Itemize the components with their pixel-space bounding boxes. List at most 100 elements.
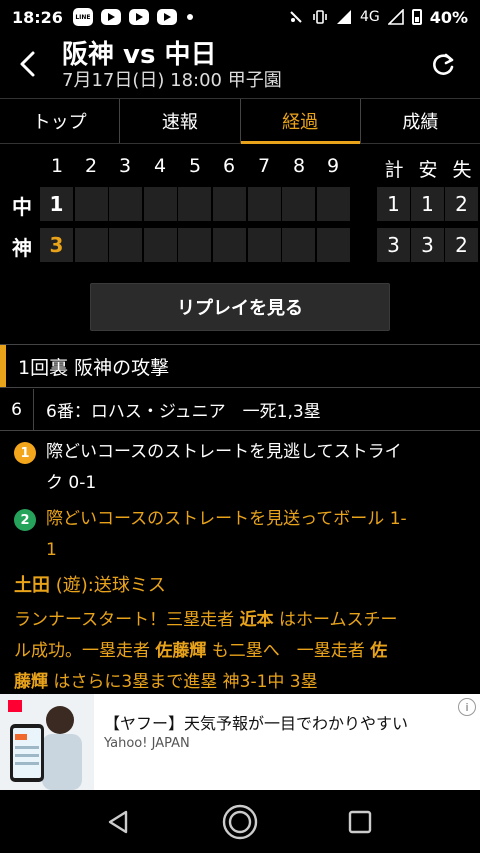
inning-header: 4 — [153, 155, 167, 177]
ad-illustration — [0, 694, 94, 790]
pitch-item: 1 際どいコースのストレートを見逃してストライ ク 0-1 — [14, 437, 470, 499]
inning-score — [109, 187, 142, 221]
inning-score — [317, 187, 350, 221]
tab-progress[interactable]: 経過 — [239, 99, 361, 144]
errors-total: 2 — [445, 228, 478, 262]
app-header: 阪神 vs 中日 7月17日(日) 18:00 甲子園 — [0, 34, 480, 96]
errors-total-header: 失 — [452, 159, 472, 181]
narration-text: ル成功。一塁走者 — [14, 641, 156, 661]
inning-score — [109, 228, 142, 262]
inning-score — [75, 228, 108, 262]
inning-score — [282, 228, 315, 262]
pitch-line: ク 0-1 — [46, 473, 97, 493]
ad-source: Yahoo! JAPAN — [104, 736, 190, 751]
pitch-line: 際どいコースのストレートを見送ってボール 1- — [46, 509, 407, 529]
team-away: 中 — [12, 195, 32, 219]
inning-score — [178, 187, 211, 221]
inning-score — [317, 228, 350, 262]
inning-header: 1 — [50, 155, 64, 177]
nfc-icon — [290, 11, 302, 23]
inning-score — [213, 187, 246, 221]
section-title-text: 1回裏 阪神の攻撃 — [18, 356, 170, 379]
battery-icon — [411, 9, 422, 25]
pitch-number-badge: 2 — [14, 509, 36, 531]
narration-text: ランナースタート！三塁走者 — [14, 610, 240, 630]
youtube-icon — [100, 9, 121, 25]
narration-text: はさらに3塁まで進塁 神3-1中 3塁 — [48, 672, 318, 692]
player-name: 近本 — [239, 610, 274, 630]
pitch-description: 際どいコースのストレートを見逃してストライ ク 0-1 — [46, 437, 402, 499]
network-type: 4G — [359, 9, 380, 25]
pitch-line: 1 — [46, 540, 57, 560]
nav-recents-icon[interactable] — [340, 802, 380, 842]
inning-header: 6 — [222, 155, 236, 177]
player-name: 佐藤輝 — [155, 641, 207, 661]
status-bar: 18:26 LINE 4G 40% — [0, 0, 480, 34]
inning-header: 2 — [84, 155, 98, 177]
tab-top[interactable]: トップ — [0, 99, 119, 143]
inning-score — [282, 187, 315, 221]
pitch-number-badge: 1 — [14, 442, 36, 464]
inning-header: 7 — [257, 155, 271, 177]
hits-total: 1 — [411, 187, 444, 221]
pitch-description: 際どいコースのストレートを見送ってボール 1- 1 — [46, 504, 407, 566]
event-description: (遊):送球ミス — [50, 575, 166, 596]
vibrate-icon — [313, 10, 327, 24]
hits-total: 3 — [411, 228, 444, 262]
batter-info: 6番：ロハス・ジュニア 一死1,3塁 — [46, 402, 321, 422]
nav-home-icon[interactable] — [220, 802, 260, 842]
tab-stats[interactable]: 成績 — [359, 99, 480, 143]
player-name: 藤輝 — [14, 672, 48, 692]
tab-bar: トップ 速報 経過 成績 — [0, 98, 480, 144]
narration-line: ランナースタート！三塁走者 近本 はホームスチー — [14, 605, 472, 636]
inning-section-title: 1回裏 阪神の攻撃 — [0, 344, 480, 388]
signal-strength-icon — [387, 9, 404, 25]
pitch-item: 2 際どいコースのストレートを見送ってボール 1- 1 — [14, 504, 470, 566]
play-narration: ランナースタート！三塁走者 近本 はホームスチー ル成功。一塁走者 佐藤輝 も二… — [14, 605, 472, 698]
replay-button[interactable]: リプレイを見る — [90, 283, 390, 331]
inning-score — [248, 228, 281, 262]
pitch-line: 際どいコースのストレートを見逃してストライ — [46, 442, 402, 462]
youtube-icon — [128, 9, 149, 25]
ad-banner[interactable]: 【ヤフー】天気予報が一目でわかりやすい Yahoo! JAPAN i — [0, 694, 480, 790]
narration-line: ル成功。一塁走者 佐藤輝 も二塁へ 一塁走者 佐 — [14, 636, 472, 667]
ad-image — [0, 694, 94, 790]
inning-header: 3 — [118, 155, 132, 177]
narration-text: も二塁へ 一塁走者 — [206, 641, 371, 661]
inning-score — [213, 228, 246, 262]
youtube-icon — [156, 9, 177, 25]
inning-header: 9 — [326, 155, 340, 177]
errors-total: 2 — [445, 187, 478, 221]
status-time: 18:26 — [12, 7, 63, 27]
inning-header: 8 — [292, 155, 306, 177]
inning-score — [178, 228, 211, 262]
runs-total-header: 計 — [384, 159, 404, 181]
inning-score — [144, 228, 177, 262]
ad-info-icon[interactable]: i — [458, 698, 476, 716]
ad-title: 【ヤフー】天気予報が一目でわかりやすい — [104, 714, 409, 733]
battery-percent: 40% — [429, 7, 468, 27]
inning-score — [248, 187, 281, 221]
nav-back-icon[interactable] — [98, 802, 138, 842]
inning-header: 5 — [188, 155, 202, 177]
event-player: 土田 — [14, 575, 50, 596]
system-nav-bar — [0, 790, 480, 853]
batting-order: 6 — [0, 389, 34, 430]
inning-score — [75, 187, 108, 221]
inning-score — [144, 187, 177, 221]
refresh-icon[interactable] — [428, 50, 458, 80]
signal-icon — [336, 10, 351, 24]
inning-score: 1 — [40, 187, 73, 221]
hits-total-header: 安 — [418, 159, 438, 181]
runs-total: 1 — [377, 187, 410, 221]
tab-live[interactable]: 速報 — [119, 99, 239, 143]
narration-text: はホームスチー — [273, 610, 398, 630]
player-name: 佐 — [370, 641, 388, 661]
batter-row[interactable]: 6 6番：ロハス・ジュニア 一死1,3塁 — [0, 389, 480, 431]
team-home: 神 — [12, 236, 32, 260]
line-app-icon: LINE — [72, 8, 93, 26]
back-arrow-icon[interactable] — [14, 48, 42, 80]
runs-total: 3 — [377, 228, 410, 262]
inning-score: 3 — [40, 228, 73, 262]
notification-dot-icon — [186, 14, 193, 20]
